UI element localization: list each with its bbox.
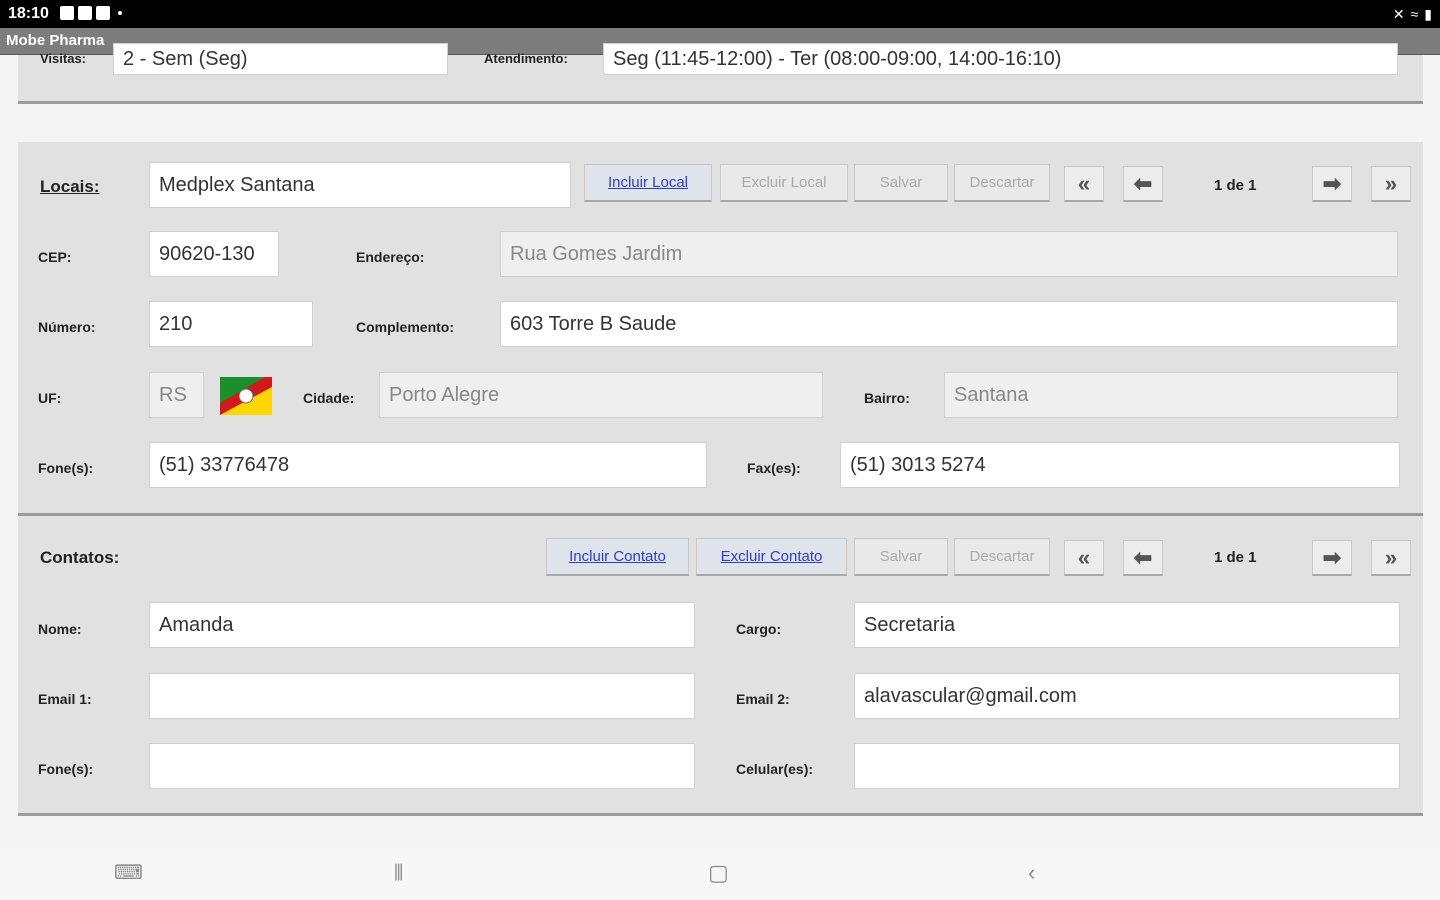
attend-field[interactable]: Seg (11:45-12:00) - Ter (08:00-09:00, 14… xyxy=(603,43,1398,75)
salvar-local-button[interactable]: Salvar xyxy=(854,164,948,202)
incluir-contato-button[interactable]: Incluir Contato xyxy=(546,538,689,576)
keyboard-icon[interactable]: ⌨ xyxy=(114,860,143,885)
home-icon[interactable]: ▢ xyxy=(708,860,729,886)
locais-pager: 1 de 1 xyxy=(1214,177,1257,194)
fone-field[interactable]: (51) 33776478 xyxy=(149,442,707,488)
last-icon: » xyxy=(1384,170,1398,196)
excluir-contato-button[interactable]: Excluir Contato xyxy=(696,538,847,576)
nome-label: Nome: xyxy=(38,621,82,637)
cargo-field[interactable]: Secretaria xyxy=(854,602,1400,648)
numero-label: Número: xyxy=(38,319,96,335)
locais-label: Locais: xyxy=(40,177,100,196)
nome-field[interactable]: Amanda xyxy=(149,602,695,648)
prev-local-button[interactable]: ⬅ xyxy=(1123,166,1163,202)
divider xyxy=(18,101,1423,104)
last-local-button[interactable]: » xyxy=(1371,166,1411,202)
arrow-right-icon: ➡ xyxy=(1322,170,1342,196)
next-local-button[interactable]: ➡ xyxy=(1312,166,1352,202)
descartar-contato-button[interactable]: Descartar xyxy=(954,538,1050,576)
battery-icon: ▮ xyxy=(1424,6,1432,22)
cidade-label: Cidade: xyxy=(303,390,355,406)
uf-field[interactable]: RS xyxy=(149,372,204,418)
chat-icon xyxy=(78,6,92,20)
gallery-icon xyxy=(96,6,110,20)
fone-label: Fone(s): xyxy=(38,460,94,476)
contato-fone-label: Fone(s): xyxy=(38,761,94,777)
first-icon: « xyxy=(1077,544,1091,570)
status-time: 18:10 xyxy=(8,5,49,22)
incluir-local-button[interactable]: Incluir Local xyxy=(584,164,712,202)
email1-label: Email 1: xyxy=(38,691,92,707)
recents-icon[interactable]: ⫴ xyxy=(394,860,403,886)
complemento-field[interactable]: 603 Torre B Saude xyxy=(500,301,1398,347)
celular-label: Celular(es): xyxy=(736,761,814,777)
complemento-label: Complemento: xyxy=(356,319,454,335)
cidade-field[interactable]: Porto Alegre xyxy=(379,372,823,418)
fax-label: Fax(es): xyxy=(747,460,801,476)
rs-flag-icon xyxy=(220,377,272,415)
visits-panel: Visitas: 2 - Sem (Seg) Atendimento: Seg … xyxy=(18,43,1423,101)
last-icon: » xyxy=(1384,544,1398,570)
prev-contato-button[interactable]: ⬅ xyxy=(1123,540,1163,576)
system-icons: ✕ ≈ ▮ xyxy=(1393,6,1432,23)
visits-field[interactable]: 2 - Sem (Seg) xyxy=(113,43,448,75)
endereco-field[interactable]: Rua Gomes Jardim xyxy=(500,231,1398,277)
system-nav-bar: ⌨ ⫴ ▢ ‹ xyxy=(0,848,1440,900)
email1-field[interactable] xyxy=(149,673,695,719)
mute-icon: ✕ xyxy=(1392,6,1405,22)
back-icon[interactable]: ‹ xyxy=(1028,860,1035,886)
cep-label: CEP: xyxy=(38,249,72,265)
first-local-button[interactable]: « xyxy=(1064,166,1104,202)
arrow-left-icon: ⬅ xyxy=(1133,170,1153,196)
bairro-label: Bairro: xyxy=(864,390,910,406)
notification-icon xyxy=(60,6,74,20)
local-name-field[interactable]: Medplex Santana xyxy=(149,162,571,208)
notification-icons xyxy=(60,6,122,20)
bairro-field[interactable]: Santana xyxy=(944,372,1398,418)
arrow-left-icon: ⬅ xyxy=(1133,544,1153,570)
first-contato-button[interactable]: « xyxy=(1064,540,1104,576)
endereco-label: Endereço: xyxy=(356,249,425,265)
contato-fone-field[interactable] xyxy=(149,743,695,789)
excluir-local-button[interactable]: Excluir Local xyxy=(720,164,848,202)
locais-panel: Locais: Medplex Santana Incluir Local Ex… xyxy=(18,142,1423,514)
numero-field[interactable]: 210 xyxy=(149,301,313,347)
attend-label: Atendimento: xyxy=(484,51,568,66)
uf-label: UF: xyxy=(38,390,62,406)
cargo-label: Cargo: xyxy=(736,621,782,637)
descartar-local-button[interactable]: Descartar xyxy=(954,164,1050,202)
email2-field[interactable]: alavascular@gmail.com xyxy=(854,673,1400,719)
divider xyxy=(18,813,1423,816)
app-title: Mobe Pharma xyxy=(6,32,105,49)
last-contato-button[interactable]: » xyxy=(1371,540,1411,576)
contatos-pager: 1 de 1 xyxy=(1214,549,1257,566)
visits-label: Visitas: xyxy=(40,51,87,66)
arrow-right-icon: ➡ xyxy=(1322,544,1342,570)
email2-label: Email 2: xyxy=(736,691,790,707)
fax-field[interactable]: (51) 3013 5274 xyxy=(840,442,1400,488)
first-icon: « xyxy=(1077,170,1091,196)
more-dot-icon xyxy=(118,11,122,15)
contatos-panel: Contatos: Incluir Contato Excluir Contat… xyxy=(18,516,1423,814)
next-contato-button[interactable]: ➡ xyxy=(1312,540,1352,576)
wifi-icon: ≈ xyxy=(1410,6,1419,22)
cep-field[interactable]: 90620-130 xyxy=(149,231,279,277)
celular-field[interactable] xyxy=(854,743,1400,789)
contatos-label: Contatos: xyxy=(40,548,120,567)
salvar-contato-button[interactable]: Salvar xyxy=(854,538,948,576)
status-bar: 18:10 ✕ ≈ ▮ xyxy=(0,0,1440,28)
